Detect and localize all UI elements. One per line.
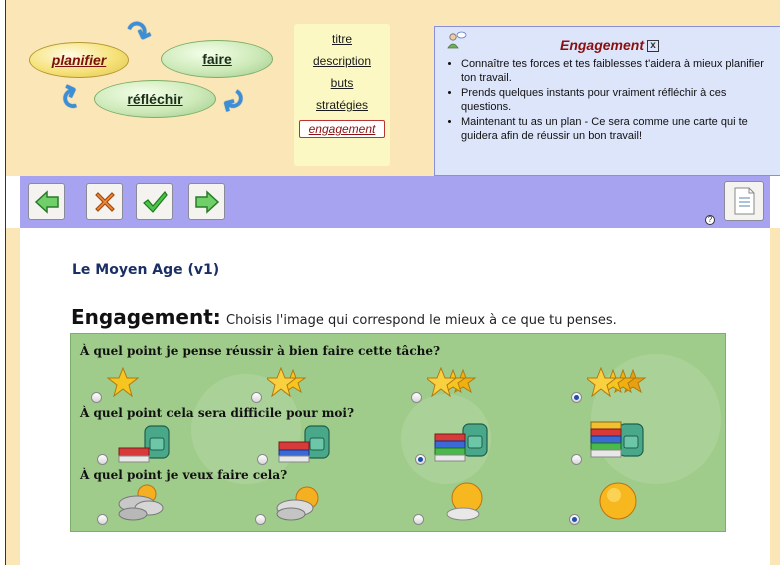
help-icon[interactable]: ?	[705, 215, 715, 225]
next-button[interactable]	[188, 183, 225, 220]
books-backpack-icon	[118, 425, 170, 463]
cycle-arrow-icon: ↷	[53, 78, 94, 113]
section-nav: titre description buts stratégies engage…	[294, 24, 390, 166]
star-icon	[107, 366, 139, 398]
document-icon	[734, 187, 755, 215]
cycle-planifier-link[interactable]: planifier	[52, 52, 106, 68]
info-bullet-list: Connaître tes forces et tes faiblesses t…	[449, 57, 779, 144]
toolbar: ?	[20, 176, 770, 228]
answer-radio[interactable]	[91, 392, 102, 403]
cycle-reflechir-link[interactable]: réfléchir	[127, 91, 182, 107]
info-title-text: Engagement	[559, 37, 644, 53]
answer-radio-selected[interactable]	[571, 392, 582, 403]
sunny-icon	[599, 482, 637, 520]
answer-radio[interactable]	[255, 514, 266, 525]
cancel-button[interactable]	[86, 183, 123, 220]
cycle-reflechir-button[interactable]: réfléchir	[94, 80, 216, 118]
answer-radio[interactable]	[413, 514, 424, 525]
question-text: À quel point je pense réussir à bien fai…	[80, 344, 441, 358]
cloudy-icon	[118, 484, 164, 521]
question-panel: À quel point je pense réussir à bien fai…	[70, 333, 726, 532]
previous-button[interactable]	[28, 183, 65, 220]
cycle-faire-button[interactable]: faire	[161, 40, 273, 78]
stars-icon	[427, 366, 477, 398]
nav-link-strategies[interactable]: stratégies	[294, 98, 390, 112]
question-text: À quel point cela sera difficile pour mo…	[80, 406, 354, 420]
document-title: Le Moyen Age (v1)	[72, 262, 220, 278]
arrow-left-icon	[34, 190, 59, 214]
cycle-faire-link[interactable]: faire	[202, 51, 232, 67]
page-frame: ↷ ↷ ↷ planifier faire réfléchir titre de…	[0, 0, 780, 565]
nav-link-titre[interactable]: titre	[294, 32, 390, 46]
close-icon[interactable]: x	[647, 40, 659, 53]
nav-link-engagement[interactable]: engagement	[299, 120, 385, 138]
info-bullet: Prends quelques instants pour vraiment r…	[461, 86, 779, 114]
info-bullet: Maintenant tu as un plan - Ce sera comme…	[461, 115, 779, 143]
arrow-right-icon	[195, 190, 220, 214]
question-text: À quel point je veux faire cela?	[80, 468, 288, 482]
right-margin-strip	[770, 228, 780, 565]
info-bullet: Connaître tes forces et tes faiblesses t…	[461, 57, 779, 85]
header: ↷ ↷ ↷ planifier faire réfléchir titre de…	[6, 0, 780, 176]
info-title: Engagement x	[435, 37, 780, 53]
answer-radio-selected[interactable]	[569, 514, 580, 525]
partly-cloudy-icon	[276, 486, 319, 521]
left-margin-strip	[6, 228, 20, 565]
cycle-arrow-icon: ↷	[121, 13, 157, 54]
stars-icon	[267, 366, 307, 398]
answer-radio[interactable]	[571, 454, 582, 465]
answer-radio[interactable]	[411, 392, 422, 403]
answer-radio[interactable]	[251, 392, 262, 403]
checkmark-icon	[143, 191, 168, 213]
section-instruction: Choisis l'image qui correspond le mieux …	[226, 313, 617, 328]
section-heading: Engagement:	[71, 305, 221, 329]
x-icon	[95, 192, 115, 212]
answer-radio[interactable]	[97, 514, 108, 525]
confirm-button[interactable]	[136, 183, 173, 220]
cycle-planifier-button[interactable]: planifier	[29, 42, 129, 78]
books-backpack-icon	[278, 425, 330, 463]
mostly-sunny-icon	[446, 482, 483, 521]
books-backpack-icon	[590, 421, 644, 458]
stars-icon	[587, 366, 647, 398]
document-button[interactable]	[724, 181, 764, 221]
answer-radio[interactable]	[257, 454, 268, 465]
nav-link-description[interactable]: description	[294, 54, 390, 68]
info-panel: Engagementx Connaître tes forces et tes …	[434, 26, 780, 176]
answer-radio-selected[interactable]	[415, 454, 426, 465]
answer-radio[interactable]	[97, 454, 108, 465]
books-backpack-icon	[434, 423, 488, 462]
nav-link-buts[interactable]: buts	[294, 76, 390, 90]
